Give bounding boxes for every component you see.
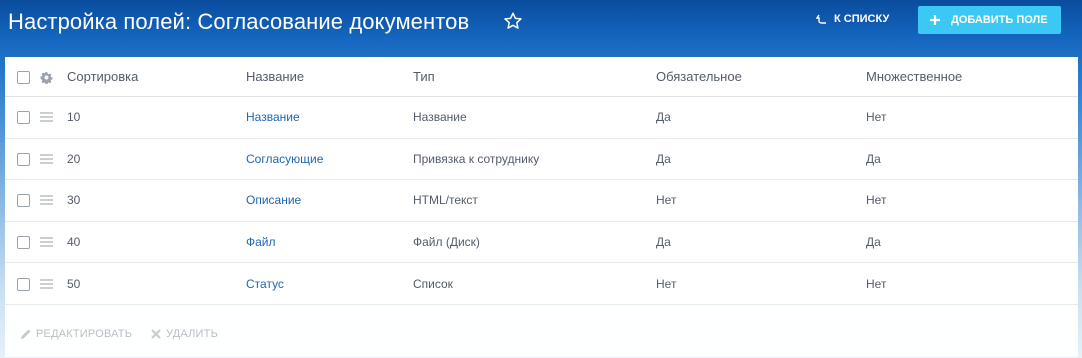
cell-sort: 10 — [67, 110, 81, 125]
cell-name-link[interactable]: Описание — [246, 180, 301, 221]
cell-multiple: Нет — [866, 276, 887, 291]
column-header-required[interactable]: Обязательное — [656, 57, 742, 96]
drag-handle-icon[interactable] — [40, 154, 53, 164]
cell-multiple: Да — [866, 151, 881, 166]
cell-multiple: Да — [866, 235, 881, 250]
cell-type: Файл (Диск) — [413, 235, 480, 250]
row-checkbox[interactable] — [17, 236, 30, 250]
cell-required: Нет — [656, 276, 677, 291]
row-checkbox[interactable] — [17, 152, 30, 166]
edit-button[interactable]: РЕДАКТИРОВАТЬ — [20, 328, 132, 340]
table-row[interactable]: 50 Статус Список Нет Нет — [5, 263, 1078, 305]
cell-type: HTML/текст — [413, 193, 478, 208]
cell-name-link[interactable]: Статус — [246, 263, 284, 304]
edit-label: РЕДАКТИРОВАТЬ — [36, 328, 133, 340]
cell-required: Да — [656, 151, 671, 166]
gear-icon[interactable] — [40, 70, 53, 84]
cell-multiple: Нет — [866, 193, 887, 208]
cell-required: Да — [656, 110, 671, 125]
back-arrow-icon — [816, 14, 826, 24]
delete-label: УДАЛИТЬ — [166, 328, 218, 340]
table-row[interactable]: 10 Название Название Да Нет — [5, 97, 1078, 139]
back-to-list-link[interactable]: К СПИСКУ — [816, 13, 889, 25]
column-header-name[interactable]: Название — [246, 57, 304, 96]
cell-sort: 50 — [67, 276, 81, 291]
fields-grid: Сортировка Название Тип Обязательное Мно… — [5, 57, 1078, 305]
page-header: Настройка полей: Согласование документов… — [0, 0, 1082, 48]
cell-multiple: Нет — [866, 110, 887, 125]
cell-sort: 30 — [67, 193, 81, 208]
table-row[interactable]: 40 Файл Файл (Диск) Да Да — [5, 221, 1078, 264]
row-checkbox[interactable] — [17, 277, 30, 291]
group-actions-bar: РЕДАКТИРОВАТЬ УДАЛИТЬ — [5, 319, 1078, 349]
fields-panel: Сортировка Название Тип Обязательное Мно… — [5, 57, 1078, 357]
cell-name-link[interactable]: Согласующие — [246, 139, 323, 180]
table-row[interactable]: 30 Описание HTML/текст Нет Нет — [5, 180, 1078, 222]
table-row[interactable]: 20 Согласующие Привязка к сотруднику Да … — [5, 138, 1078, 181]
cell-sort: 40 — [67, 235, 81, 250]
cell-type: Привязка к сотруднику — [413, 151, 540, 166]
close-icon — [151, 329, 161, 339]
column-header-multiple[interactable]: Множественное — [866, 57, 962, 96]
grid-header-row: Сортировка Название Тип Обязательное Мно… — [5, 57, 1078, 97]
back-to-list-label: К СПИСКУ — [834, 13, 890, 25]
row-checkbox[interactable] — [17, 194, 30, 208]
drag-handle-icon[interactable] — [40, 195, 53, 206]
delete-button[interactable]: УДАЛИТЬ — [150, 328, 218, 340]
cell-required: Да — [656, 235, 671, 250]
column-header-type[interactable]: Тип — [413, 57, 435, 96]
pencil-icon — [21, 329, 31, 339]
star-icon[interactable] — [502, 9, 524, 33]
add-field-label: ДОБАВИТЬ ПОЛЕ — [951, 14, 1048, 26]
drag-handle-icon[interactable] — [40, 237, 53, 247]
column-header-sort[interactable]: Сортировка — [67, 57, 138, 96]
cell-sort: 20 — [67, 151, 81, 166]
cell-name-link[interactable]: Файл — [246, 222, 276, 263]
cell-type: Список — [413, 276, 453, 291]
drag-handle-icon[interactable] — [40, 278, 53, 289]
row-checkbox[interactable] — [17, 111, 30, 125]
cell-required: Нет — [656, 193, 677, 208]
cell-type: Название — [413, 110, 467, 125]
select-all-checkbox[interactable] — [17, 70, 30, 84]
drag-handle-icon[interactable] — [40, 112, 53, 122]
add-field-button[interactable]: ДОБАВИТЬ ПОЛЕ — [918, 6, 1061, 34]
plus-icon — [930, 15, 940, 25]
cell-name-link[interactable]: Название — [246, 97, 300, 138]
page-title: Настройка полей: Согласование документов — [8, 9, 470, 34]
